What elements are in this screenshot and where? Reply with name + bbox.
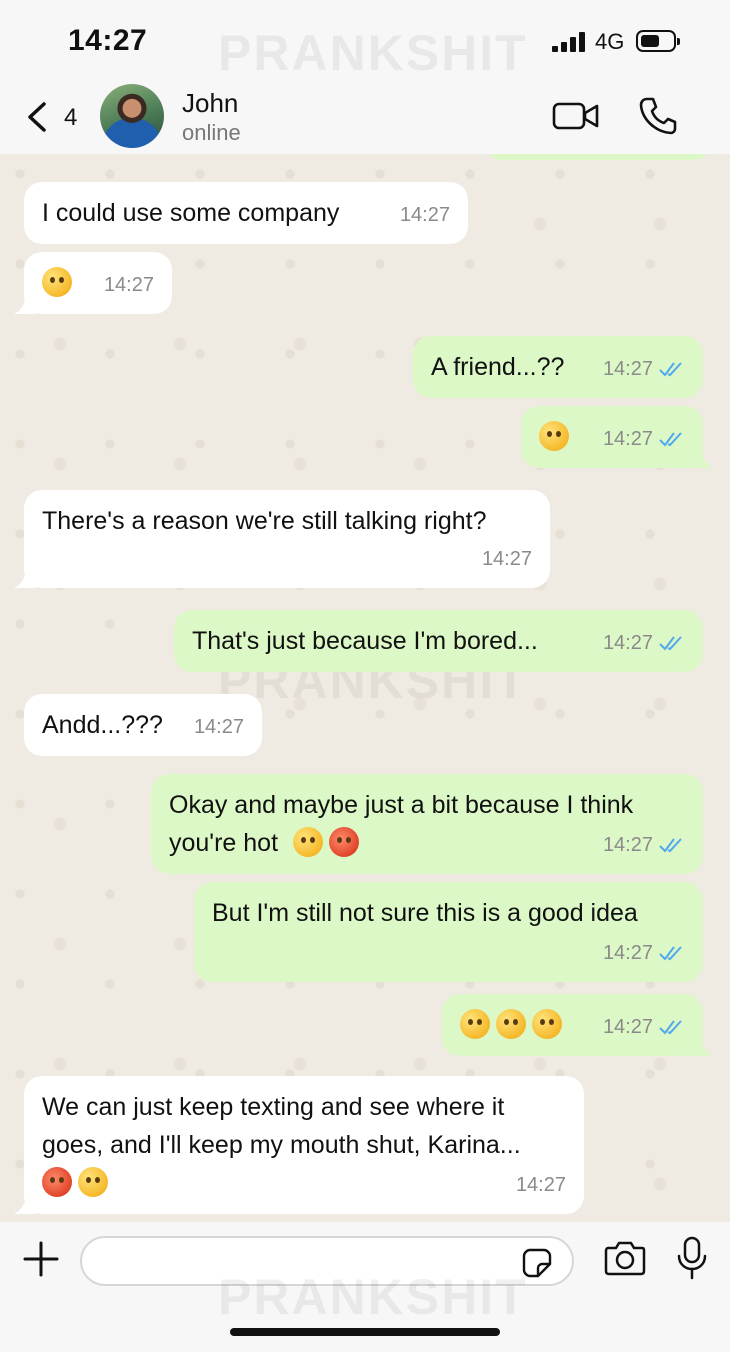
hand-over-mouth-emoji-icon (460, 1009, 490, 1039)
message-input[interactable] (80, 1236, 574, 1286)
message-bubble-incoming[interactable]: We can just keep texting and see where i… (14, 1076, 584, 1214)
video-call-icon[interactable] (552, 100, 600, 132)
flushed-emoji-icon (496, 1009, 526, 1039)
kissing-heart-emoji-icon (42, 1167, 72, 1197)
message-bubble-outgoing[interactable]: 14:27 (442, 994, 713, 1056)
message-text: Andd...??? (42, 711, 163, 739)
bubble-tail (14, 1194, 36, 1214)
contact-avatar[interactable] (100, 84, 164, 148)
plus-icon[interactable] (22, 1240, 60, 1278)
bubble-tail (14, 568, 36, 588)
message-time: 14:27 (103, 274, 154, 296)
message-bubble-incoming[interactable]: Andd...??? 14:27 (24, 694, 262, 756)
message-time: 14:27 (602, 358, 653, 380)
bubble-tail (691, 1036, 713, 1056)
message-bubble-incoming[interactable]: I could use some company 14:27 (24, 182, 468, 244)
message-time: 14:27 (481, 548, 532, 570)
hand-over-mouth-emoji-icon (292, 827, 323, 857)
wink-emoji-icon (42, 267, 72, 297)
status-time: 14:27 (68, 24, 148, 57)
flushed-emoji-icon (539, 421, 569, 451)
message-text: But I'm still not sure this is a good id… (212, 899, 638, 927)
read-ticks-icon (659, 1020, 682, 1035)
message-bubble-incoming[interactable]: 14:27 (14, 252, 172, 314)
grimacing-emoji-icon (532, 1009, 562, 1039)
chat-area[interactable]: PRANKSHIT I could use some company 14:27… (0, 154, 730, 1222)
message-time: 14:27 (399, 204, 450, 226)
message-time: 14:27 (515, 1174, 566, 1196)
message-text: We can just keep texting and see where i… (42, 1093, 521, 1159)
relieved-emoji-icon (78, 1167, 108, 1197)
read-ticks-icon (659, 838, 682, 853)
chat-header: 4 John online (0, 80, 730, 154)
message-time: 14:27 (193, 716, 244, 738)
contact-name[interactable]: John (182, 88, 238, 119)
read-ticks-icon (659, 432, 682, 447)
message-time: 14:27 (602, 834, 653, 856)
read-ticks-icon (659, 636, 682, 651)
message-bubble-outgoing[interactable]: 14:27 (521, 406, 713, 468)
microphone-icon[interactable] (676, 1236, 708, 1280)
message-bubble-incoming[interactable]: There's a reason we're still talking rig… (14, 490, 550, 588)
message-bubble-outgoing[interactable]: Okay and maybe just a bit because I thin… (151, 774, 703, 874)
phone-call-icon[interactable] (638, 96, 678, 136)
network-type: 4G (595, 29, 625, 54)
read-ticks-icon (659, 946, 682, 961)
status-bar: 14:27 PRANKSHIT 4G (0, 0, 730, 81)
battery-icon (636, 30, 680, 52)
bubble-tail (691, 448, 713, 468)
hot-face-emoji-icon (328, 827, 359, 857)
message-time: 14:27 (602, 428, 653, 450)
message-text: A friend...?? (431, 353, 565, 381)
message-text: There's a reason we're still talking rig… (42, 507, 487, 535)
signal-icon (552, 32, 586, 52)
message-text: Okay and maybe just a bit because I thin… (169, 791, 634, 857)
home-indicator[interactable] (230, 1328, 500, 1336)
message-bubble-outgoing[interactable]: That's just because I'm bored... 14:27 (174, 610, 703, 672)
message-bubble-outgoing[interactable]: But I'm still not sure this is a good id… (194, 882, 703, 982)
bubble-tail (14, 294, 36, 314)
message-time: 14:27 (602, 632, 653, 654)
unread-count[interactable]: 4 (64, 104, 77, 132)
watermark: PRANKSHIT (218, 25, 528, 81)
message-text: That's just because I'm bored... (192, 627, 538, 655)
message-bubble-outgoing[interactable]: A friend...?? 14:27 (413, 336, 703, 398)
sticker-icon[interactable] (522, 1248, 552, 1278)
previous-message-bubble (486, 154, 710, 160)
message-time: 14:27 (602, 942, 653, 964)
read-ticks-icon (659, 362, 682, 377)
message-time: 14:27 (602, 1016, 653, 1038)
message-text: I could use some company (42, 199, 340, 227)
camera-icon[interactable] (604, 1240, 646, 1276)
contact-status: online (182, 120, 241, 145)
back-chevron-icon[interactable] (22, 100, 56, 134)
